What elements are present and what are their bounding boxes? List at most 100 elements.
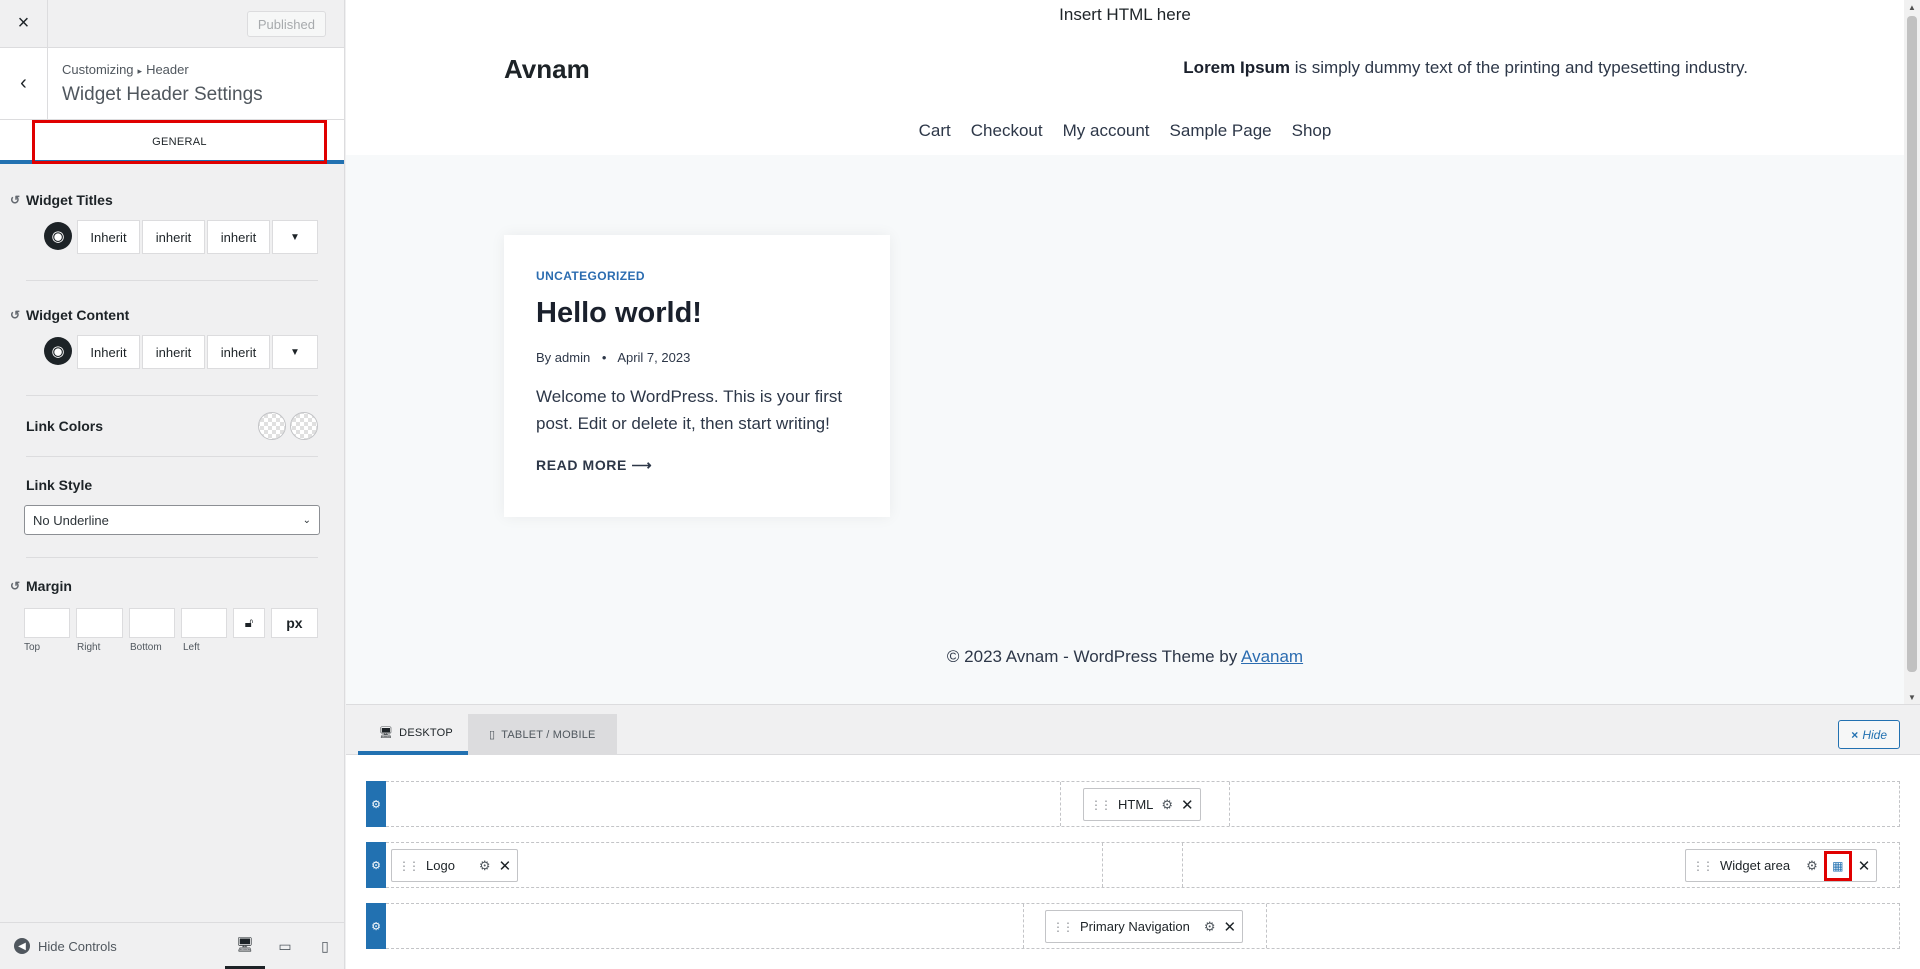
- font-family-button[interactable]: Inherit: [77, 335, 140, 369]
- gear-icon[interactable]: ⚙: [1204, 919, 1216, 935]
- post-card: UNCATEGORIZED Hello world! By admin • Ap…: [504, 235, 890, 517]
- builder-row-top[interactable]: ⚙ ⋮⋮ HTML ⚙ ✕: [366, 781, 1900, 827]
- reset-icon[interactable]: ↺: [10, 308, 26, 322]
- gear-icon[interactable]: ⚙: [366, 842, 386, 888]
- hide-controls-button[interactable]: ◀ Hide Controls: [14, 938, 117, 954]
- scrollbar-thumb[interactable]: [1907, 16, 1917, 672]
- font-size-button[interactable]: inherit: [142, 335, 205, 369]
- panel-header: ‹ Customizing ▸ Header Widget Header Setti…: [0, 48, 344, 120]
- drag-handle-icon[interactable]: ⋮⋮: [1090, 798, 1112, 812]
- row-zone: [1229, 782, 1230, 826]
- builder-row-bottom[interactable]: ⚙ ⋮⋮ Primary Navigation ⚙ ✕: [366, 903, 1900, 949]
- row-zone: [1266, 904, 1267, 948]
- read-more-link[interactable]: READ MORE ⟶: [536, 457, 858, 474]
- font-weight-button[interactable]: inherit: [207, 220, 270, 254]
- gear-icon[interactable]: ⚙: [366, 903, 386, 949]
- tab-desktop-label: DESKTOP: [399, 726, 453, 739]
- close-icon[interactable]: ✕: [1181, 796, 1194, 814]
- globe-icon[interactable]: ◉: [44, 337, 72, 365]
- margin-top-input[interactable]: [24, 608, 71, 638]
- tab-tablet-mobile[interactable]: ▯ TABLET / MOBILE: [468, 714, 617, 755]
- site-footer: © 2023 Avnam - WordPress Theme by Avanam: [346, 647, 1904, 667]
- widget-titles-font-row: ◉ Inherit inherit inherit ▼: [26, 220, 318, 254]
- nav-item-sample-page[interactable]: Sample Page: [1170, 121, 1272, 141]
- scroll-up-icon[interactable]: ▲: [1904, 0, 1920, 14]
- desktop-icon: 🖥︎: [379, 727, 394, 739]
- tablet-device-icon[interactable]: ▭: [265, 923, 305, 969]
- tab-general[interactable]: GENERAL: [32, 120, 327, 164]
- settings-tabbar: GENERAL: [0, 120, 344, 164]
- builder-tabs: 🖥︎ DESKTOP ▯ TABLET / MOBILE × Hide: [346, 705, 1920, 755]
- widget-content-label-row: ↺ Widget Content: [10, 307, 318, 323]
- builder-item-logo[interactable]: ⋮⋮ Logo ⚙ ✕: [391, 849, 519, 882]
- drag-handle-icon[interactable]: ⋮⋮: [398, 859, 420, 873]
- breadcrumb-item: Header: [146, 62, 189, 77]
- builder-item-widget-area[interactable]: ⋮⋮ Widget area ⚙ ▦ ✕: [1685, 849, 1878, 882]
- chevron-down-icon: ⌄: [302, 514, 311, 526]
- link-style-control: Link Style No Underline ⌄: [0, 477, 344, 535]
- footer-theme-link[interactable]: Avanam: [1241, 647, 1303, 666]
- close-icon[interactable]: ✕: [1223, 918, 1236, 936]
- close-icon[interactable]: ×: [0, 0, 48, 47]
- close-icon: ×: [1851, 727, 1859, 742]
- tab-desktop[interactable]: 🖥︎ DESKTOP: [358, 714, 474, 755]
- link-style-value: No Underline: [33, 512, 109, 528]
- chevron-down-icon[interactable]: ▼: [272, 335, 318, 369]
- unit-select[interactable]: px: [270, 608, 318, 638]
- meta-separator: •: [601, 350, 607, 365]
- row-zone: [1182, 843, 1183, 887]
- reset-icon[interactable]: ↺: [10, 579, 26, 593]
- site-title[interactable]: Avnam: [504, 54, 590, 85]
- nav-item-shop[interactable]: Shop: [1292, 121, 1332, 141]
- link-colors-label: Link Colors: [26, 418, 104, 434]
- builder-item-primary-navigation[interactable]: ⋮⋮ Primary Navigation ⚙ ✕: [1045, 910, 1244, 943]
- drag-handle-icon[interactable]: ⋮⋮: [1692, 859, 1714, 873]
- link-color-swatch[interactable]: [258, 412, 286, 440]
- post-category[interactable]: UNCATEGORIZED: [536, 269, 858, 283]
- close-icon[interactable]: ✕: [499, 857, 512, 875]
- font-weight-button[interactable]: inherit: [207, 335, 270, 369]
- margin-left-label: Left: [183, 642, 200, 653]
- hide-builder-button[interactable]: × Hide: [1838, 720, 1900, 749]
- panel-title: Widget Header Settings: [62, 84, 263, 105]
- font-size-button[interactable]: inherit: [142, 220, 205, 254]
- widget-content-label: Widget Content: [26, 307, 130, 323]
- margin-inputs: 🔓︎ px: [24, 608, 318, 638]
- widget-settings-icon[interactable]: ▦: [1823, 850, 1852, 881]
- builder-item-html[interactable]: ⋮⋮ HTML ⚙ ✕: [1083, 788, 1201, 821]
- close-icon[interactable]: ✕: [1858, 857, 1871, 875]
- breadcrumb-separator-icon: ▸: [137, 66, 143, 76]
- gear-icon[interactable]: ⚙: [1161, 797, 1173, 813]
- nav-item-cart[interactable]: Cart: [919, 121, 951, 141]
- gear-icon[interactable]: ⚙: [1806, 858, 1818, 874]
- chevron-down-icon[interactable]: ▼: [272, 220, 318, 254]
- link-style-select[interactable]: No Underline ⌄: [24, 505, 320, 535]
- desktop-device-icon[interactable]: 🖥︎: [225, 923, 265, 969]
- link-hover-color-swatch[interactable]: [290, 412, 318, 440]
- reset-icon[interactable]: ↺: [10, 193, 26, 207]
- font-family-button[interactable]: Inherit: [77, 220, 140, 254]
- mobile-device-icon[interactable]: ▯: [305, 923, 345, 969]
- row-zone: [1023, 904, 1024, 948]
- gear-icon[interactable]: ⚙: [366, 781, 386, 827]
- post-title[interactable]: Hello world!: [536, 297, 858, 330]
- margin-bottom-input[interactable]: [128, 608, 175, 638]
- post-date[interactable]: April 7, 2023: [617, 350, 690, 365]
- globe-icon[interactable]: ◉: [44, 222, 72, 250]
- post-author[interactable]: admin: [555, 350, 590, 365]
- drag-handle-icon[interactable]: ⋮⋮: [1052, 920, 1074, 934]
- preview-scrollbar[interactable]: ▲ ▼: [1904, 0, 1920, 704]
- scroll-down-icon[interactable]: ▼: [1904, 690, 1920, 704]
- nav-item-my-account[interactable]: My account: [1063, 121, 1150, 141]
- margin-right-input[interactable]: [76, 608, 123, 638]
- nav-item-checkout[interactable]: Checkout: [971, 121, 1043, 141]
- hide-controls-label: Hide Controls: [38, 938, 117, 954]
- published-button[interactable]: Published: [246, 11, 326, 37]
- back-arrow-icon[interactable]: ‹: [0, 48, 48, 119]
- builder-row-main[interactable]: ⚙ ⋮⋮ Logo ⚙ ✕ ⋮⋮ Widget area ⚙ ▦ ✕: [366, 842, 1900, 888]
- unlock-icon[interactable]: 🔓︎: [233, 608, 265, 638]
- gear-icon[interactable]: ⚙: [479, 858, 491, 874]
- margin-left-input[interactable]: [180, 608, 228, 638]
- footer-copyright: © 2023 Avnam - WordPress Theme by: [946, 647, 1242, 666]
- widget-titles-control: ↺ Widget Titles ◉ Inherit inherit inheri…: [0, 192, 344, 254]
